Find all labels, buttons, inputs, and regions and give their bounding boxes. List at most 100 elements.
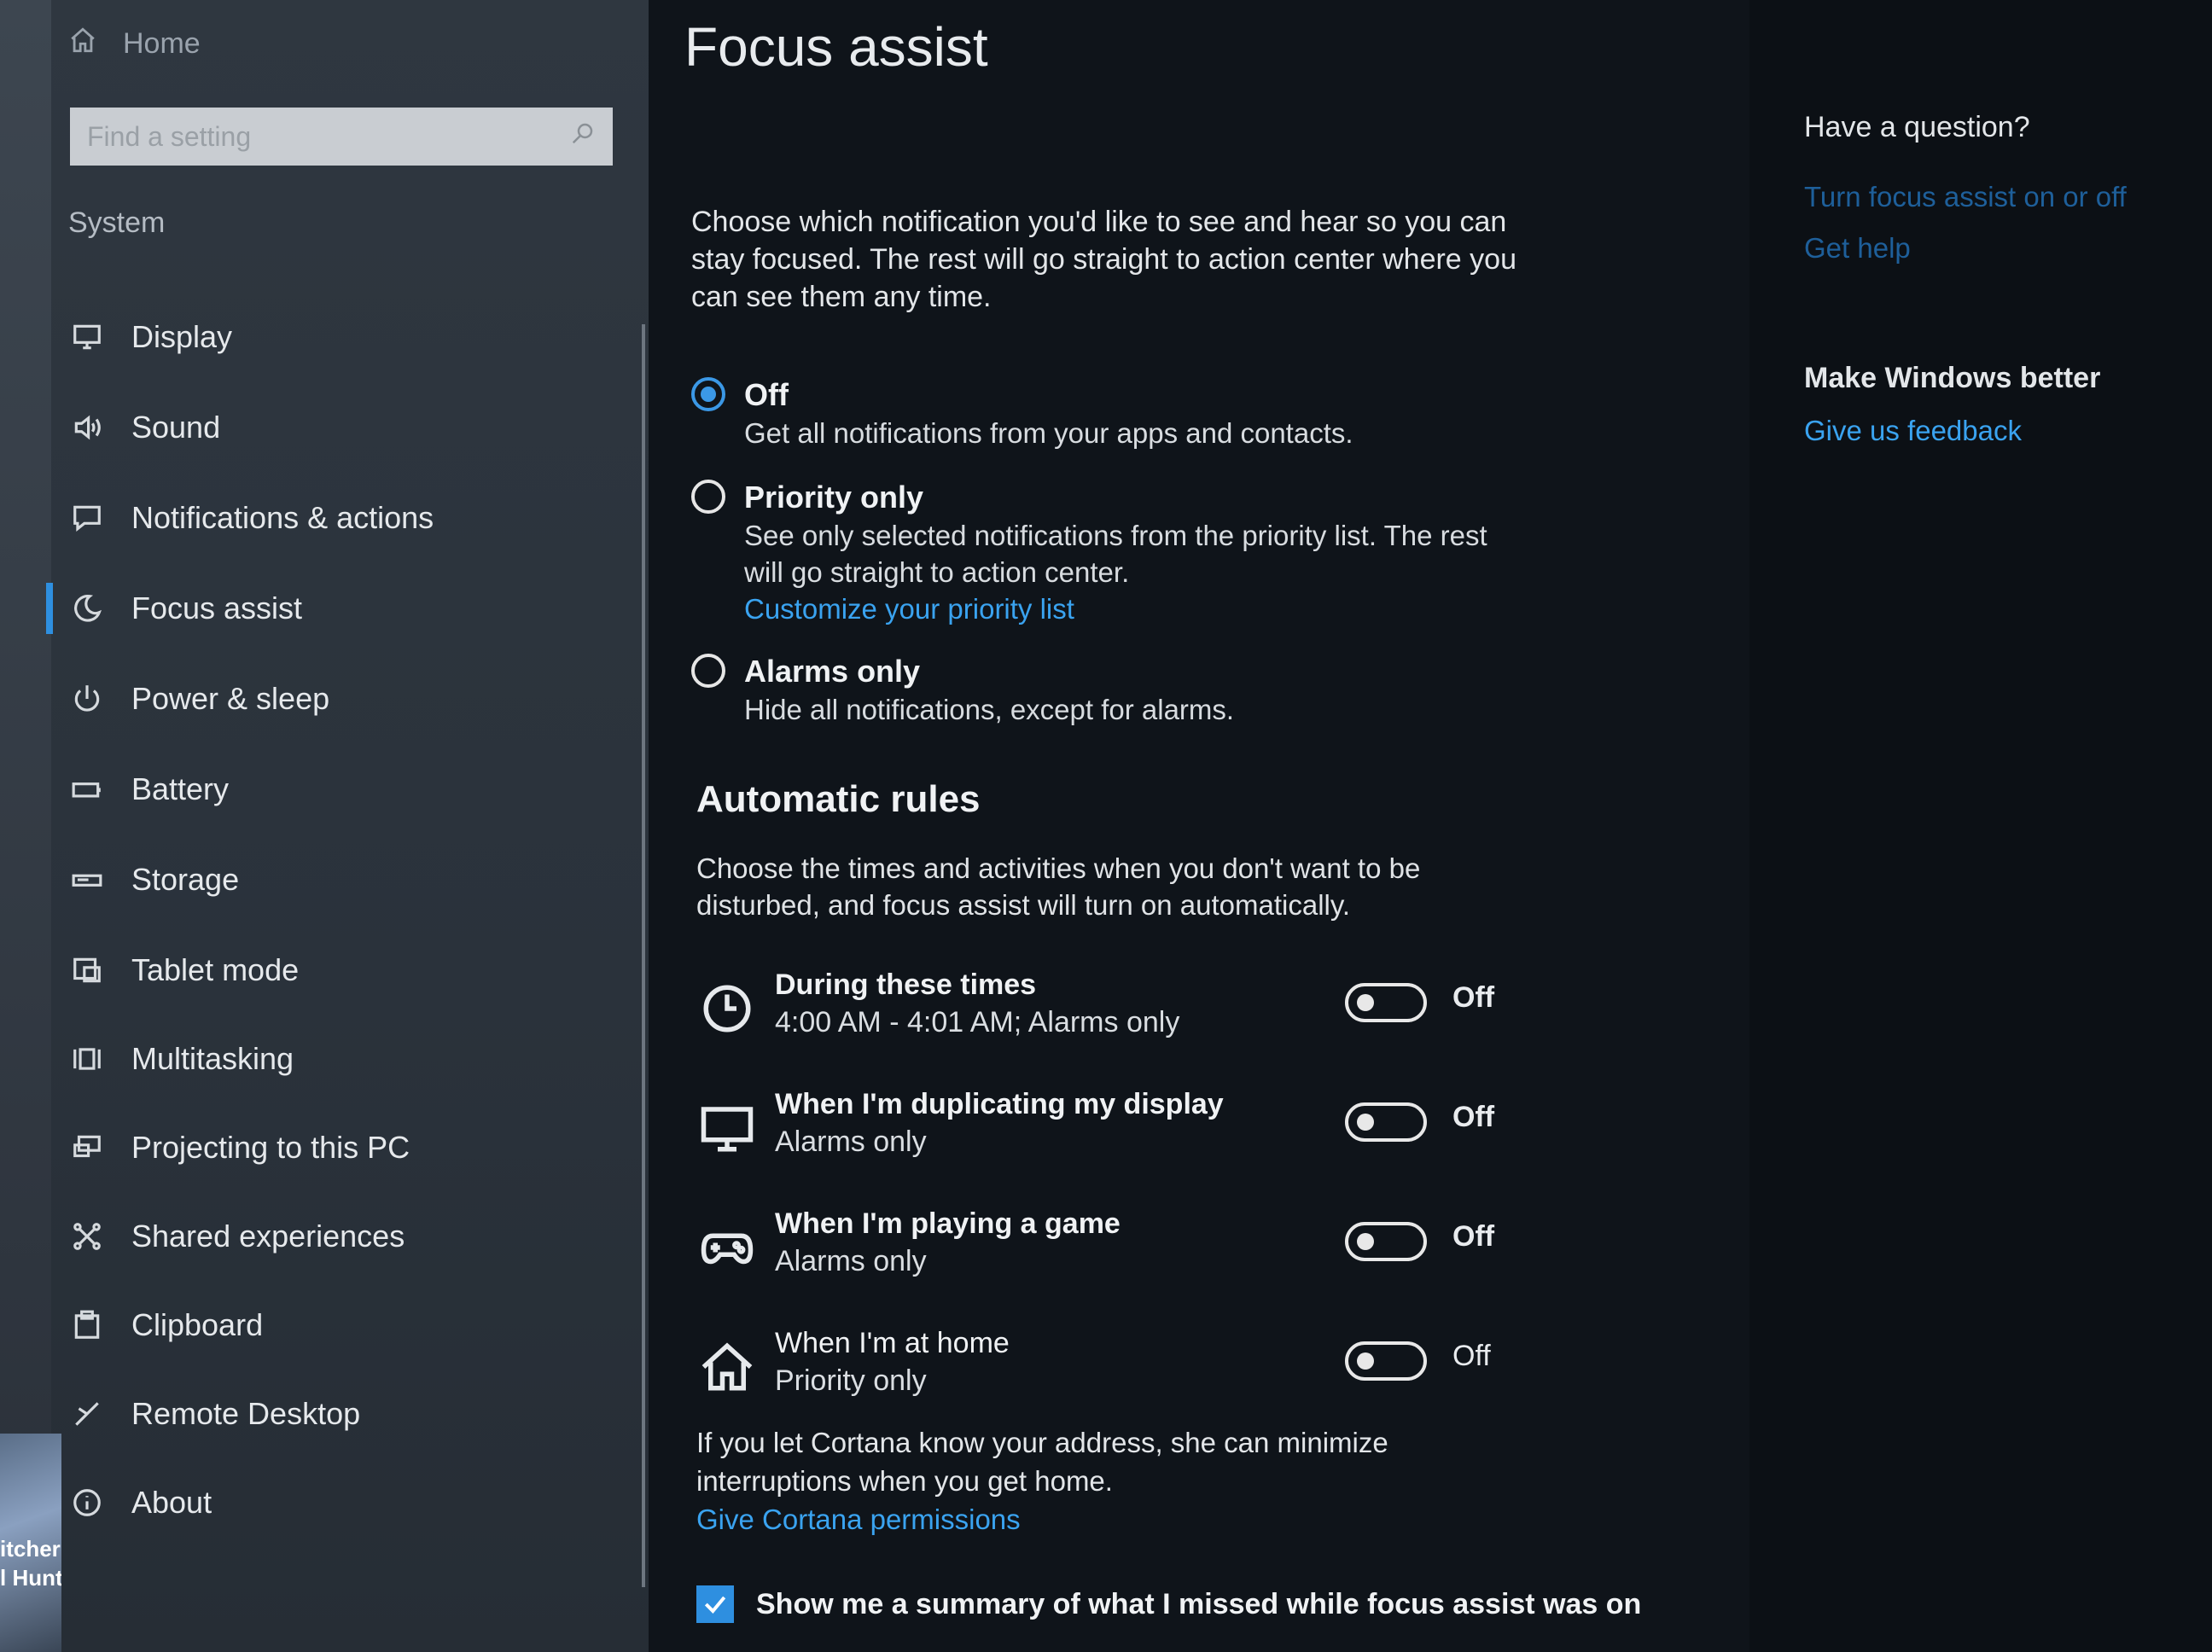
sidebar-item-label: Focus assist <box>131 590 303 625</box>
rule-subtitle: Alarms only <box>775 1245 927 1277</box>
radio-priority-only[interactable] <box>691 480 725 514</box>
sidebar-item-about[interactable]: About <box>68 1473 212 1533</box>
better-heading: Make Windows better <box>1804 362 2101 394</box>
option-title: Priority only <box>744 480 924 515</box>
sidebar-item-label: Storage <box>131 862 240 897</box>
search-placeholder: Find a setting <box>87 120 252 152</box>
sidebar-item-label: Tablet mode <box>131 952 300 987</box>
rule-playing-game[interactable]: When I'm playing a game Alarms only Off <box>696 1205 1720 1290</box>
section-label: System <box>68 206 166 239</box>
summary-label: Show me a summary of what I missed while… <box>756 1587 1642 1620</box>
projecting-icon <box>68 1129 106 1166</box>
radio-off[interactable] <box>691 377 725 411</box>
home-link[interactable]: Home <box>68 26 201 62</box>
sidebar-item-battery[interactable]: Battery <box>68 759 229 819</box>
rule-at-home[interactable]: When I'm at home Priority only Off <box>696 1324 1720 1410</box>
rule-subtitle: 4:00 AM - 4:01 AM; Alarms only <box>775 1006 1180 1038</box>
radio-alarms-only[interactable] <box>691 654 725 688</box>
search-icon <box>570 120 596 153</box>
option-desc: Hide all notifications, except for alarm… <box>744 694 1235 725</box>
option-title: Off <box>744 377 789 412</box>
page-title: Focus assist <box>684 16 988 78</box>
get-help-link[interactable]: Get help <box>1804 232 1911 265</box>
sidebar-item-focus-assist[interactable]: Focus assist <box>68 579 302 638</box>
option-title: Alarms only <box>744 654 921 689</box>
rule-toggle[interactable] <box>1345 1102 1427 1142</box>
remote-desktop-icon <box>68 1395 106 1433</box>
home-label: Home <box>123 27 201 60</box>
sidebar: itcher l Hunt Home Find a setting System… <box>0 0 649 1652</box>
sidebar-item-label: Remote Desktop <box>131 1396 361 1431</box>
sidebar-item-power-sleep[interactable]: Power & sleep <box>68 669 329 729</box>
sidebar-item-label: Battery <box>131 771 230 806</box>
battery-icon <box>68 771 106 808</box>
sidebar-item-label: Display <box>131 319 233 354</box>
rule-toggle[interactable] <box>1345 983 1427 1022</box>
sidebar-item-label: Multitasking <box>131 1041 294 1076</box>
home-icon <box>696 1336 758 1398</box>
home-icon <box>68 26 97 62</box>
tablet-icon <box>68 951 106 989</box>
sidebar-item-clipboard[interactable]: Clipboard <box>68 1295 263 1355</box>
active-indicator <box>46 583 53 634</box>
automatic-rules-desc: Choose the times and activities when you… <box>696 852 1421 921</box>
sidebar-item-tablet-mode[interactable]: Tablet mode <box>68 940 299 1000</box>
clock-icon <box>696 978 758 1039</box>
sidebar-item-label: Projecting to this PC <box>131 1130 410 1165</box>
rule-title: When I'm at home <box>775 1327 1010 1359</box>
rule-title: When I'm playing a game <box>775 1207 1121 1240</box>
question-heading: Have a question? <box>1804 111 2030 143</box>
search-input[interactable]: Find a setting <box>70 108 613 166</box>
monitor-icon <box>68 318 106 356</box>
customize-priority-link[interactable]: Customize your priority list <box>744 590 1512 627</box>
sidebar-scrollbar[interactable] <box>642 324 645 1587</box>
sidebar-item-label: Notifications & actions <box>131 500 434 535</box>
sidebar-item-storage[interactable]: Storage <box>68 850 239 910</box>
feedback-link[interactable]: Give us feedback <box>1804 415 2022 447</box>
sidebar-item-multitasking[interactable]: Multitasking <box>68 1029 294 1089</box>
toggle-state: Off <box>1452 1220 1495 1253</box>
desktop-icon-caption-1: itcher <box>0 1536 61 1562</box>
rule-toggle[interactable] <box>1345 1341 1427 1381</box>
sidebar-item-label: Sound <box>131 410 221 445</box>
sidebar-item-label: Power & sleep <box>131 681 330 716</box>
sidebar-item-remote-desktop[interactable]: Remote Desktop <box>68 1384 360 1444</box>
sidebar-item-shared-experiences[interactable]: Shared experiences <box>68 1207 405 1266</box>
checkmark-icon <box>704 1596 726 1614</box>
option-off[interactable]: Off Get all notifications from your apps… <box>691 375 1512 451</box>
rule-during-times[interactable]: During these times 4:00 AM - 4:01 AM; Al… <box>696 966 1720 1051</box>
desktop-icon-art: itcher l Hunt <box>0 1434 61 1652</box>
notification-icon <box>68 499 106 537</box>
sidebar-item-label: About <box>131 1485 212 1520</box>
sidebar-item-label: Shared experiences <box>131 1219 405 1254</box>
sidebar-item-display[interactable]: Display <box>68 307 232 367</box>
automatic-rules-heading: Automatic rules <box>696 778 981 820</box>
sidebar-item-notifications[interactable]: Notifications & actions <box>68 488 434 548</box>
shared-icon <box>68 1218 106 1255</box>
sidebar-item-label: Clipboard <box>131 1307 264 1342</box>
rule-toggle[interactable] <box>1345 1222 1427 1261</box>
monitor-icon <box>696 1097 758 1159</box>
rule-duplicating-display[interactable]: When I'm duplicating my display Alarms o… <box>696 1085 1720 1171</box>
summary-checkbox[interactable] <box>696 1585 734 1623</box>
storage-icon <box>68 861 106 899</box>
power-icon <box>68 680 106 718</box>
focus-assist-help-link[interactable]: Turn focus assist on or off <box>1804 181 2127 213</box>
option-priority-only[interactable]: Priority only See only selected notifica… <box>691 478 1512 627</box>
summary-checkbox-row[interactable]: Show me a summary of what I missed while… <box>696 1585 1641 1623</box>
option-desc: Get all notifications from your apps and… <box>744 417 1353 449</box>
desktop-edge <box>0 0 51 1652</box>
toggle-state: Off <box>1452 1101 1495 1133</box>
rule-title: During these times <box>775 969 1037 1001</box>
related-panel: Have a question? Turn focus assist on or… <box>1749 0 2212 1652</box>
desktop-icon-caption-2: l Hunt <box>0 1565 61 1591</box>
clipboard-icon <box>68 1306 106 1344</box>
moon-icon <box>68 590 106 627</box>
speaker-icon <box>68 409 106 446</box>
rule-title: When I'm duplicating my display <box>775 1088 1224 1120</box>
option-desc: See only selected notifications from the… <box>744 520 1487 588</box>
cortana-permissions-link[interactable]: Give Cortana permissions <box>696 1500 1550 1539</box>
sidebar-item-sound[interactable]: Sound <box>68 398 220 457</box>
sidebar-item-projecting[interactable]: Projecting to this PC <box>68 1118 410 1178</box>
option-alarms-only[interactable]: Alarms only Hide all notifications, exce… <box>691 652 1512 728</box>
